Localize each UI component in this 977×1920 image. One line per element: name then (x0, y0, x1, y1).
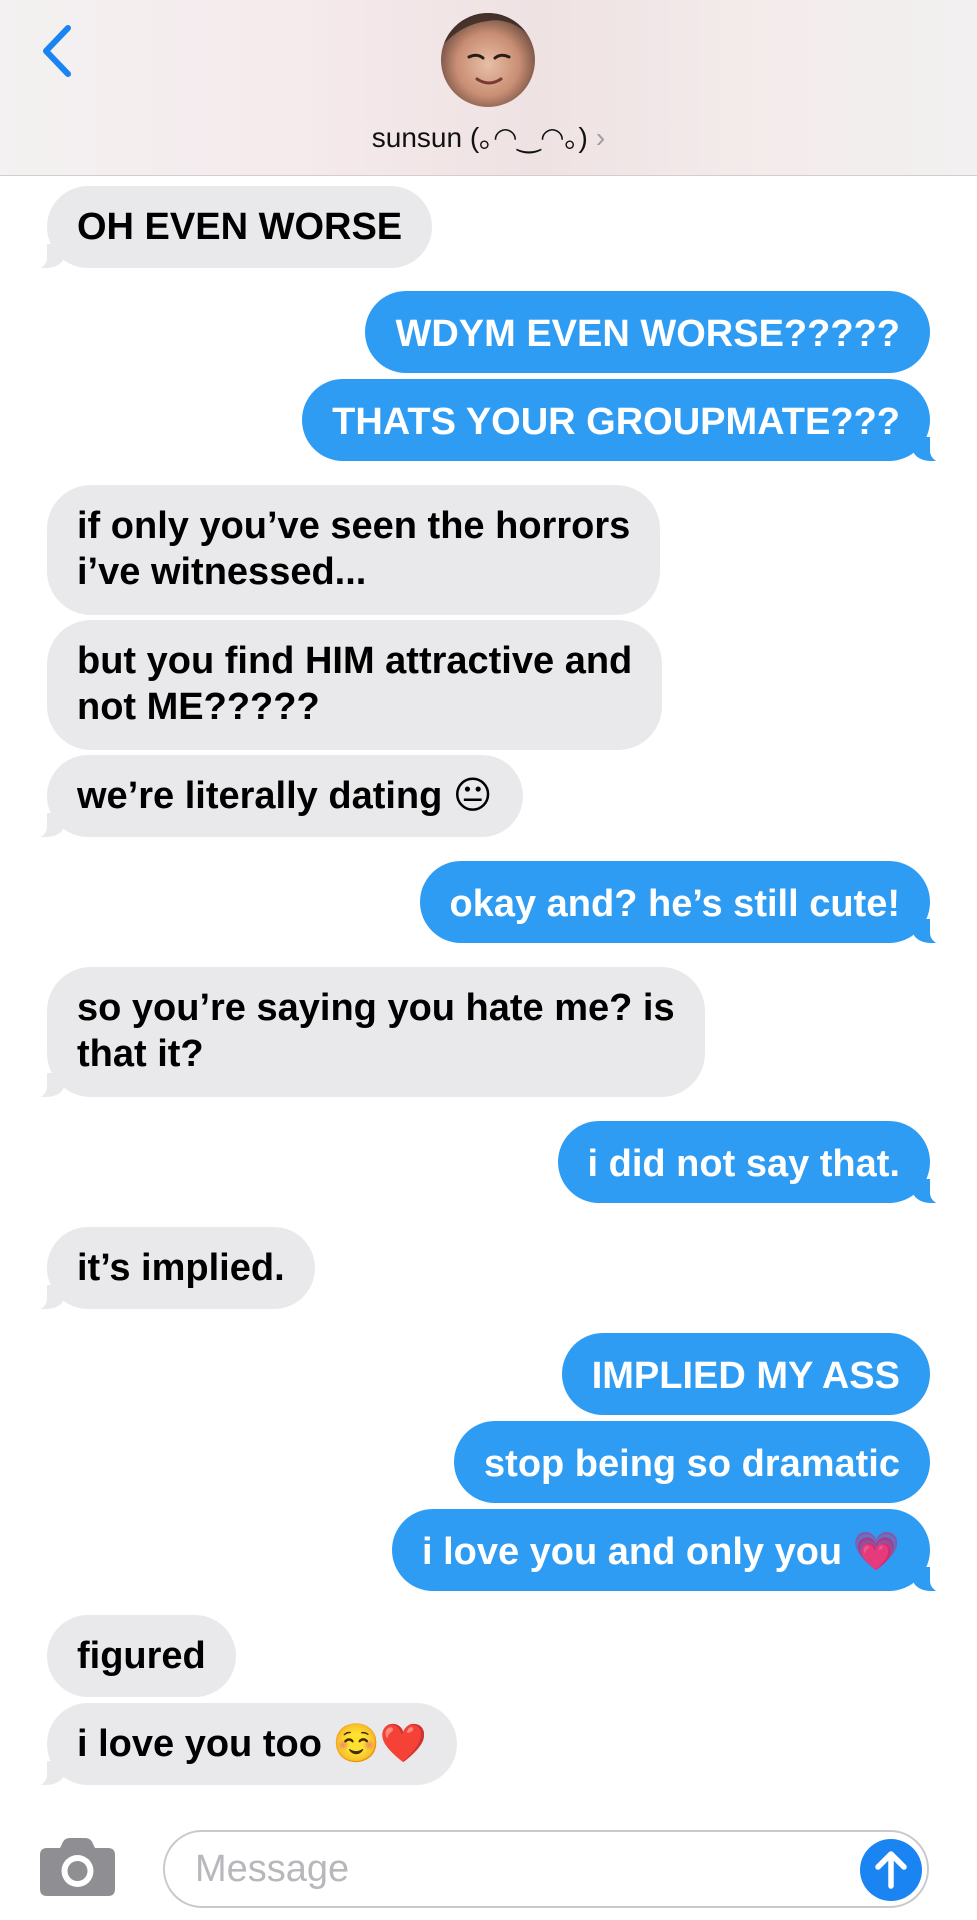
message-input[interactable] (195, 1844, 795, 1894)
contact-name: sunsun (｡◠‿◠｡) (371, 122, 588, 153)
chevron-right-icon: › (595, 122, 606, 153)
contact-name-button[interactable]: sunsun (｡◠‿◠｡) › (0, 116, 977, 156)
message-bubble-incoming[interactable]: we’re literally dating 😐 (25, 755, 523, 839)
message-bubble-outgoing[interactable]: WDYM EVEN WORSE????? (365, 291, 930, 373)
message-bubble-outgoing[interactable]: IMPLIED MY ASS (561, 1333, 930, 1415)
message-bubble-outgoing[interactable]: stop being so dramatic (454, 1421, 930, 1503)
message-bubble-outgoing[interactable]: i love you and only you 💗 (391, 1509, 953, 1593)
message-bubble-incoming[interactable]: figured (47, 1615, 236, 1697)
message-bubble-incoming[interactable]: so you’re saying you hate me? is that it… (25, 967, 705, 1099)
contact-avatar[interactable] (441, 13, 535, 107)
composer-bar (0, 1805, 977, 1920)
message-bubble-outgoing[interactable]: i did not say that. (557, 1121, 953, 1205)
message-bubble-outgoing[interactable]: okay and? he’s still cute! (419, 861, 952, 945)
avatar-image (441, 13, 535, 85)
message-bubble-outgoing[interactable]: THATS YOUR GROUPMATE??? (302, 379, 952, 463)
message-field[interactable] (163, 1830, 929, 1908)
send-button[interactable] (860, 1839, 922, 1901)
camera-button[interactable] (40, 1838, 115, 1896)
chevron-left-icon (43, 25, 71, 77)
message-bubble-incoming[interactable]: but you find HIM attractive and not ME??… (47, 620, 663, 750)
message-bubble-incoming[interactable]: if only you’ve seen the horrors i’ve wit… (47, 485, 661, 615)
message-bubble-incoming[interactable]: OH EVEN WORSE (24, 186, 433, 270)
back-button[interactable] (36, 22, 86, 82)
message-bubble-incoming[interactable]: it’s implied. (25, 1227, 315, 1311)
camera-icon (40, 1838, 115, 1896)
arrow-up-icon (875, 1851, 907, 1889)
message-bubble-incoming[interactable]: i love you too ☺️❤️ (24, 1703, 458, 1787)
conversation-header: sunsun (｡◠‿◠｡) › (0, 0, 977, 176)
